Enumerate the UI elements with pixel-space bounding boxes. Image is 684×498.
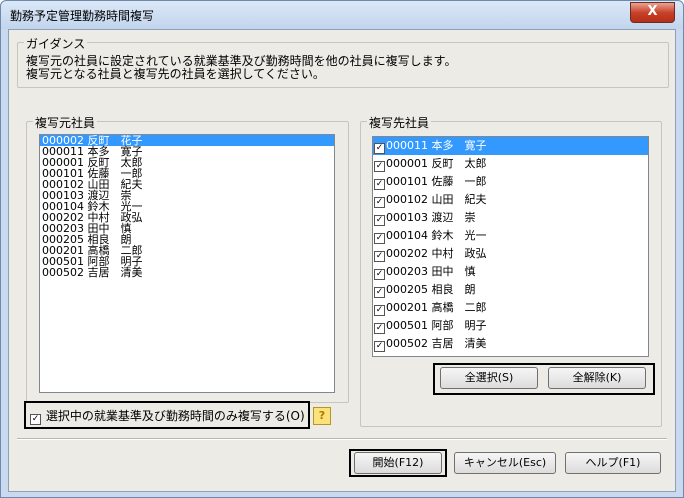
- checkbox-checked-icon[interactable]: ✓: [374, 269, 385, 280]
- checklist-item-label: 000201 高橋 二郎: [386, 301, 487, 314]
- option-label: 選択中の就業基準及び勤務時間のみ複写する(O): [45, 409, 305, 423]
- separator: [17, 438, 667, 440]
- checklist-item[interactable]: ✓ 000103 渡辺 崇: [373, 209, 648, 227]
- checkbox-checked-icon[interactable]: ✓: [374, 251, 385, 262]
- checklist-item-label: 000104 鈴木 光一: [386, 229, 487, 242]
- checklist-item-label: 000001 反町 太郎: [386, 157, 487, 170]
- checklist-item-label: 000103 渡辺 崇: [386, 211, 476, 224]
- guidance-legend: ガイダンス: [24, 35, 88, 52]
- checklist-item-label: 000205 相良 朗: [386, 283, 476, 296]
- checklist-item-label: 000011 本多 寛子: [386, 139, 487, 152]
- checkbox-checked-icon[interactable]: ✓: [374, 233, 385, 244]
- checklist-item-label: 000102 山田 紀夫: [386, 193, 487, 206]
- window-title: 勤務予定管理勤務時間複写: [10, 9, 155, 23]
- guidance-group: ガイダンス 複写元の社員に設定されている就業基準及び勤務時間を他の社員に複写しま…: [17, 35, 669, 88]
- checklist-item[interactable]: ✓ 000501 阿部 明子: [373, 317, 648, 335]
- checkbox-checked-icon[interactable]: ✓: [374, 179, 385, 190]
- checkbox-checked-icon[interactable]: ✓: [374, 161, 385, 172]
- checkbox-checked-icon[interactable]: ✓: [374, 323, 385, 334]
- start-button[interactable]: 開始(F12): [354, 452, 442, 474]
- checklist-item-label: 000502 吉居 清美: [386, 337, 487, 350]
- checkbox-checked-icon[interactable]: ✓: [374, 197, 385, 208]
- dialog-client: ガイダンス 複写元の社員に設定されている就業基準及び勤務時間を他の社員に複写しま…: [8, 29, 676, 492]
- target-legend: 複写先社員: [367, 114, 432, 131]
- checklist-item[interactable]: ✓ 000201 高橋 二郎: [373, 299, 648, 317]
- deselect-all-button[interactable]: 全解除(K): [548, 367, 646, 389]
- cancel-button[interactable]: キャンセル(Esc): [454, 452, 556, 474]
- checklist-item-label: 000101 佐藤 一郎: [386, 175, 487, 188]
- source-employee-group: 複写元社員 000002 反町 花子 000011 本多 寛子 000001 反…: [26, 114, 349, 403]
- checklist-item-label: 000202 中村 政弘: [386, 247, 487, 260]
- dialog-window: 勤務予定管理勤務時間複写 X ガイダンス 複写元の社員に設定されている就業基準及…: [0, 0, 684, 498]
- checkbox-checked-icon[interactable]: ✓: [374, 215, 385, 226]
- checklist-item[interactable]: ✓ 000104 鈴木 光一: [373, 227, 648, 245]
- help-icon[interactable]: ?: [313, 407, 331, 425]
- guidance-line-2: 複写元となる社員と複写先の社員を選択してください。: [26, 67, 325, 81]
- checklist-item[interactable]: ✓ 000102 山田 紀夫: [373, 191, 648, 209]
- checklist-item[interactable]: ✓ 000101 佐藤 一郎: [373, 173, 648, 191]
- help-button[interactable]: ヘルプ(F1): [565, 452, 661, 474]
- copy-selected-only-option[interactable]: ✓ 選択中の就業基準及び勤務時間のみ複写する(O): [30, 407, 305, 425]
- checklist-item[interactable]: ✓ 000011 本多 寛子: [373, 137, 648, 155]
- source-legend: 複写元社員: [33, 114, 98, 131]
- title-bar: 勤務予定管理勤務時間複写 X: [1, 1, 683, 29]
- checklist-item[interactable]: ✓ 000502 吉居 清美: [373, 335, 648, 353]
- list-item[interactable]: 000502 吉居 清美: [40, 267, 334, 278]
- checklist-item[interactable]: ✓ 000205 相良 朗: [373, 281, 648, 299]
- checkbox-checked-icon[interactable]: ✓: [374, 143, 385, 154]
- checklist-item[interactable]: ✓ 000001 反町 太郎: [373, 155, 648, 173]
- target-employee-list[interactable]: ✓ 000011 本多 寛子 ✓ 000001 反町 太郎 ✓ 000101 佐藤 一…: [372, 136, 649, 357]
- checkbox-checked-icon[interactable]: ✓: [374, 305, 385, 316]
- option-checkbox-checked-icon[interactable]: ✓: [30, 414, 41, 425]
- guidance-text: 複写元の社員に設定されている就業基準及び勤務時間を他の社員に複写します。 複写元…: [26, 55, 456, 81]
- checklist-item-label: 000501 阿部 明子: [386, 319, 487, 332]
- source-employee-list[interactable]: 000002 反町 花子 000011 本多 寛子 000001 反町 太郎 0…: [39, 134, 335, 393]
- checkbox-checked-icon[interactable]: ✓: [374, 287, 385, 298]
- select-all-button[interactable]: 全選択(S): [440, 367, 538, 389]
- checklist-item-label: 000203 田中 慎: [386, 265, 476, 278]
- checklist-item[interactable]: ✓ 000202 中村 政弘: [373, 245, 648, 263]
- close-button[interactable]: X: [630, 2, 675, 23]
- checkbox-checked-icon[interactable]: ✓: [374, 341, 385, 352]
- checklist-item[interactable]: ✓ 000203 田中 慎: [373, 263, 648, 281]
